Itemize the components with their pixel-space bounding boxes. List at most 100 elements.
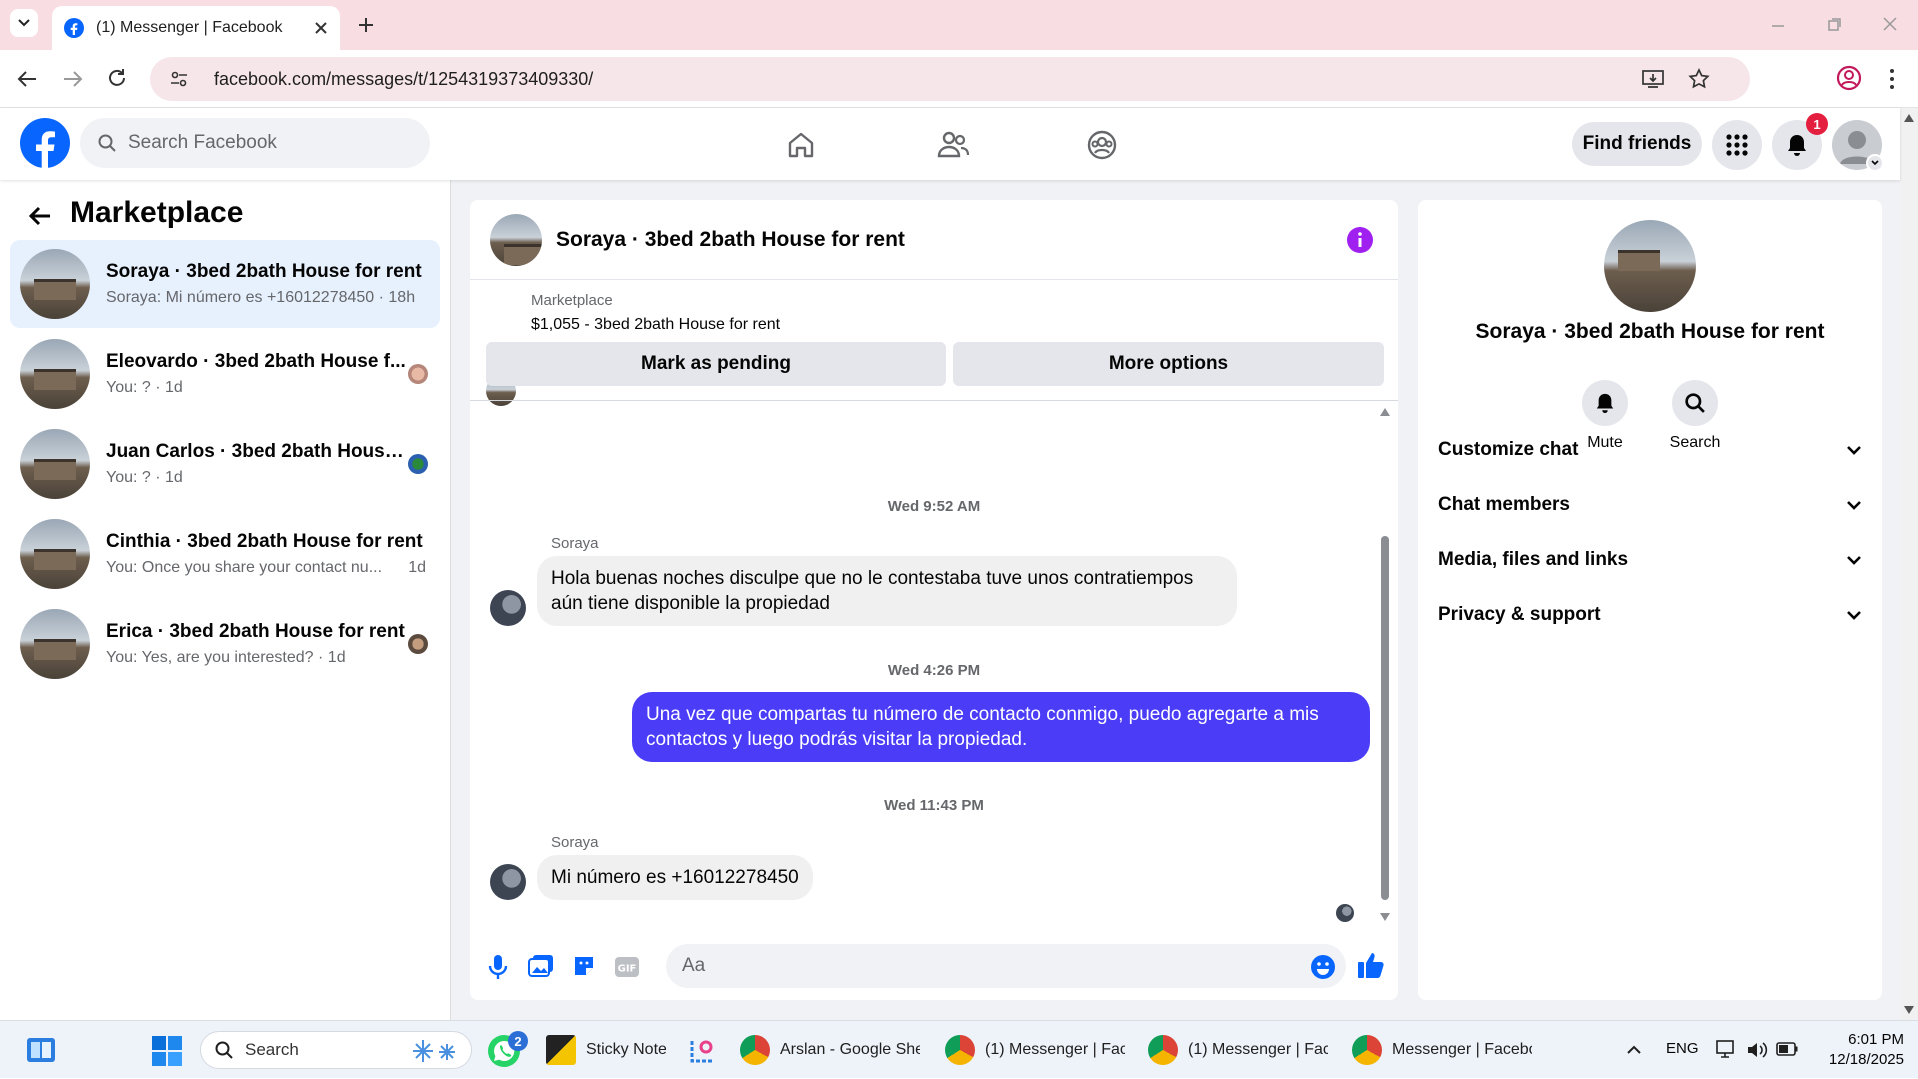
search-icon xyxy=(98,134,116,152)
install-app-icon[interactable] xyxy=(1642,69,1664,89)
back-icon[interactable] xyxy=(16,69,38,89)
widgets-icon[interactable] xyxy=(26,1037,56,1063)
taskbar-chrome-sheets[interactable]: Arslan - Google Shee xyxy=(740,1021,920,1079)
conversation-item[interactable]: Erica · 3bed 2bath House for rent You: Y… xyxy=(10,600,440,688)
taskbar-item-label: (1) Messenger | Facel xyxy=(1188,1041,1328,1058)
taskbar-search[interactable]: Search xyxy=(200,1031,472,1069)
chat-title[interactable]: Soraya · 3bed 2bath House for rent xyxy=(556,228,905,252)
conversation-item[interactable]: Eleovardo · 3bed 2bath House f... You: ?… xyxy=(10,330,440,418)
minimize-icon[interactable] xyxy=(1770,18,1786,34)
restore-icon[interactable] xyxy=(1826,17,1842,33)
page-scrollbar[interactable] xyxy=(1900,108,1918,1020)
tab-search-button[interactable] xyxy=(10,9,38,37)
scroll-down-icon[interactable] xyxy=(1904,1006,1914,1014)
mark-as-pending-button[interactable]: Mark as pending xyxy=(486,342,946,386)
listing-avatar xyxy=(20,249,90,319)
like-thumb-icon[interactable] xyxy=(1356,950,1386,980)
conversation-preview: You: Once you share your contact nu... xyxy=(106,559,383,576)
conversation-preview: You: Yes, are you interested? · 1d xyxy=(106,649,346,666)
taskbar-sticky-note[interactable]: Sticky Note xyxy=(546,1021,666,1079)
grid-icon xyxy=(1726,134,1748,156)
battery-icon[interactable] xyxy=(1776,1042,1798,1056)
conversation-item[interactable]: Cinthia · 3bed 2bath House for rent You:… xyxy=(10,510,440,598)
snipping-tool-icon[interactable] xyxy=(688,1037,716,1065)
chat-members-section[interactable]: Chat members xyxy=(1438,485,1862,525)
microphone-icon[interactable] xyxy=(488,954,508,980)
profile-icon[interactable] xyxy=(1836,65,1862,91)
scroll-up-icon[interactable] xyxy=(1380,408,1390,416)
conversation-item[interactable]: Soraya · 3bed 2bath House for rent Soray… xyxy=(10,240,440,328)
facebook-search[interactable]: Search Facebook xyxy=(80,118,430,168)
close-tab-icon[interactable] xyxy=(314,21,328,35)
chevron-down-icon xyxy=(1847,501,1861,510)
windows-taskbar: Search 2 Sticky Note Arslan - Google She… xyxy=(0,1020,1918,1078)
new-tab-icon[interactable] xyxy=(356,15,376,35)
message-bubble[interactable]: Mi número es +16012278450 xyxy=(537,855,813,900)
sender-avatar[interactable] xyxy=(490,864,526,900)
profile-photo[interactable] xyxy=(1604,220,1696,312)
taskbar-chrome-messenger-1[interactable]: (1) Messenger | Facel xyxy=(945,1021,1125,1079)
conversation-time: 1d xyxy=(408,559,426,576)
groups-icon[interactable] xyxy=(1086,129,1118,161)
taskbar-chrome-messenger-3[interactable]: Messenger | Faceboc xyxy=(1352,1021,1532,1079)
listing-avatar xyxy=(20,339,90,409)
listing-source: Marketplace xyxy=(531,292,613,309)
find-friends-button[interactable]: Find friends xyxy=(1572,122,1702,166)
more-options-button[interactable]: More options xyxy=(953,342,1384,386)
bookmark-star-icon[interactable] xyxy=(1688,68,1710,90)
privacy-support-section[interactable]: Privacy & support xyxy=(1438,595,1862,635)
clock-time[interactable]: 6:01 PM xyxy=(1810,1031,1904,1048)
bell-icon xyxy=(1596,393,1614,413)
listing-title[interactable]: $1,055 - 3bed 2bath House for rent xyxy=(531,316,780,334)
taskbar-item-label: Arslan - Google Shee xyxy=(780,1041,920,1058)
seen-avatar xyxy=(1336,904,1354,922)
friends-icon[interactable] xyxy=(937,130,969,160)
back-arrow-icon[interactable] xyxy=(28,205,52,227)
forward-icon[interactable] xyxy=(62,69,84,89)
reload-icon[interactable] xyxy=(106,67,128,89)
account-chevron[interactable] xyxy=(1866,154,1884,172)
photo-icon[interactable] xyxy=(528,954,554,978)
sender-avatar[interactable] xyxy=(490,590,526,626)
taskbar-search-label: Search xyxy=(245,1040,299,1059)
conversation-name: Soraya · 3bed 2bath House for rent xyxy=(106,261,422,282)
sidebar-title: Marketplace xyxy=(70,196,244,229)
read-receipt-avatar xyxy=(408,634,428,654)
address-bar[interactable]: facebook.com/messages/t/1254319373409330… xyxy=(150,57,1750,101)
customize-chat-section[interactable]: Customize chat xyxy=(1438,430,1862,470)
close-window-icon[interactable] xyxy=(1882,16,1898,32)
home-icon[interactable] xyxy=(786,130,816,160)
tray-overflow-icon[interactable] xyxy=(1626,1043,1642,1055)
conversation-name: Cinthia · 3bed 2bath House for rent xyxy=(106,531,423,552)
gif-icon[interactable]: GIF xyxy=(614,956,640,978)
browser-menu-icon[interactable] xyxy=(1888,67,1896,91)
info-icon[interactable] xyxy=(1346,226,1374,254)
browser-tab-messenger[interactable]: (1) Messenger | Facebook xyxy=(52,6,340,50)
conversation-name: Juan Carlos · 3bed 2bath House ... xyxy=(106,441,406,462)
my-message-bubble[interactable]: Una vez que compartas tu número de conta… xyxy=(632,692,1370,762)
message-scrollbar-thumb[interactable] xyxy=(1381,536,1389,900)
menu-grid-button[interactable] xyxy=(1712,120,1762,170)
scroll-up-icon[interactable] xyxy=(1904,114,1914,122)
scroll-down-icon[interactable] xyxy=(1380,913,1390,921)
windows-start-icon[interactable] xyxy=(152,1036,182,1066)
chevron-down-icon xyxy=(1847,611,1861,620)
network-icon[interactable] xyxy=(1716,1040,1738,1060)
media-files-section[interactable]: Media, files and links xyxy=(1438,540,1862,580)
emoji-icon[interactable] xyxy=(1310,954,1336,980)
taskbar-item-label: (1) Messenger | Facel xyxy=(985,1041,1125,1058)
taskbar-chrome-messenger-2[interactable]: (1) Messenger | Facel xyxy=(1148,1021,1328,1079)
clock-date[interactable]: 12/18/2025 xyxy=(1810,1051,1904,1068)
chat-avatar[interactable] xyxy=(490,213,542,266)
site-settings-icon[interactable] xyxy=(170,70,188,88)
message-bubble[interactable]: Hola buenas noches disculpe que no le co… xyxy=(537,556,1237,626)
sticker-icon[interactable] xyxy=(572,954,596,978)
conversation-item[interactable]: Juan Carlos · 3bed 2bath House ... You: … xyxy=(10,420,440,508)
facebook-logo-icon[interactable] xyxy=(20,118,70,168)
conversation-list-pane: Marketplace Soraya · 3bed 2bath House fo… xyxy=(0,180,451,1020)
language-indicator[interactable]: ENG xyxy=(1666,1040,1699,1057)
chrome-icon xyxy=(1148,1035,1178,1065)
search-icon xyxy=(1685,393,1705,413)
volume-icon[interactable] xyxy=(1746,1040,1768,1060)
message-input[interactable]: Aa xyxy=(666,944,1346,988)
